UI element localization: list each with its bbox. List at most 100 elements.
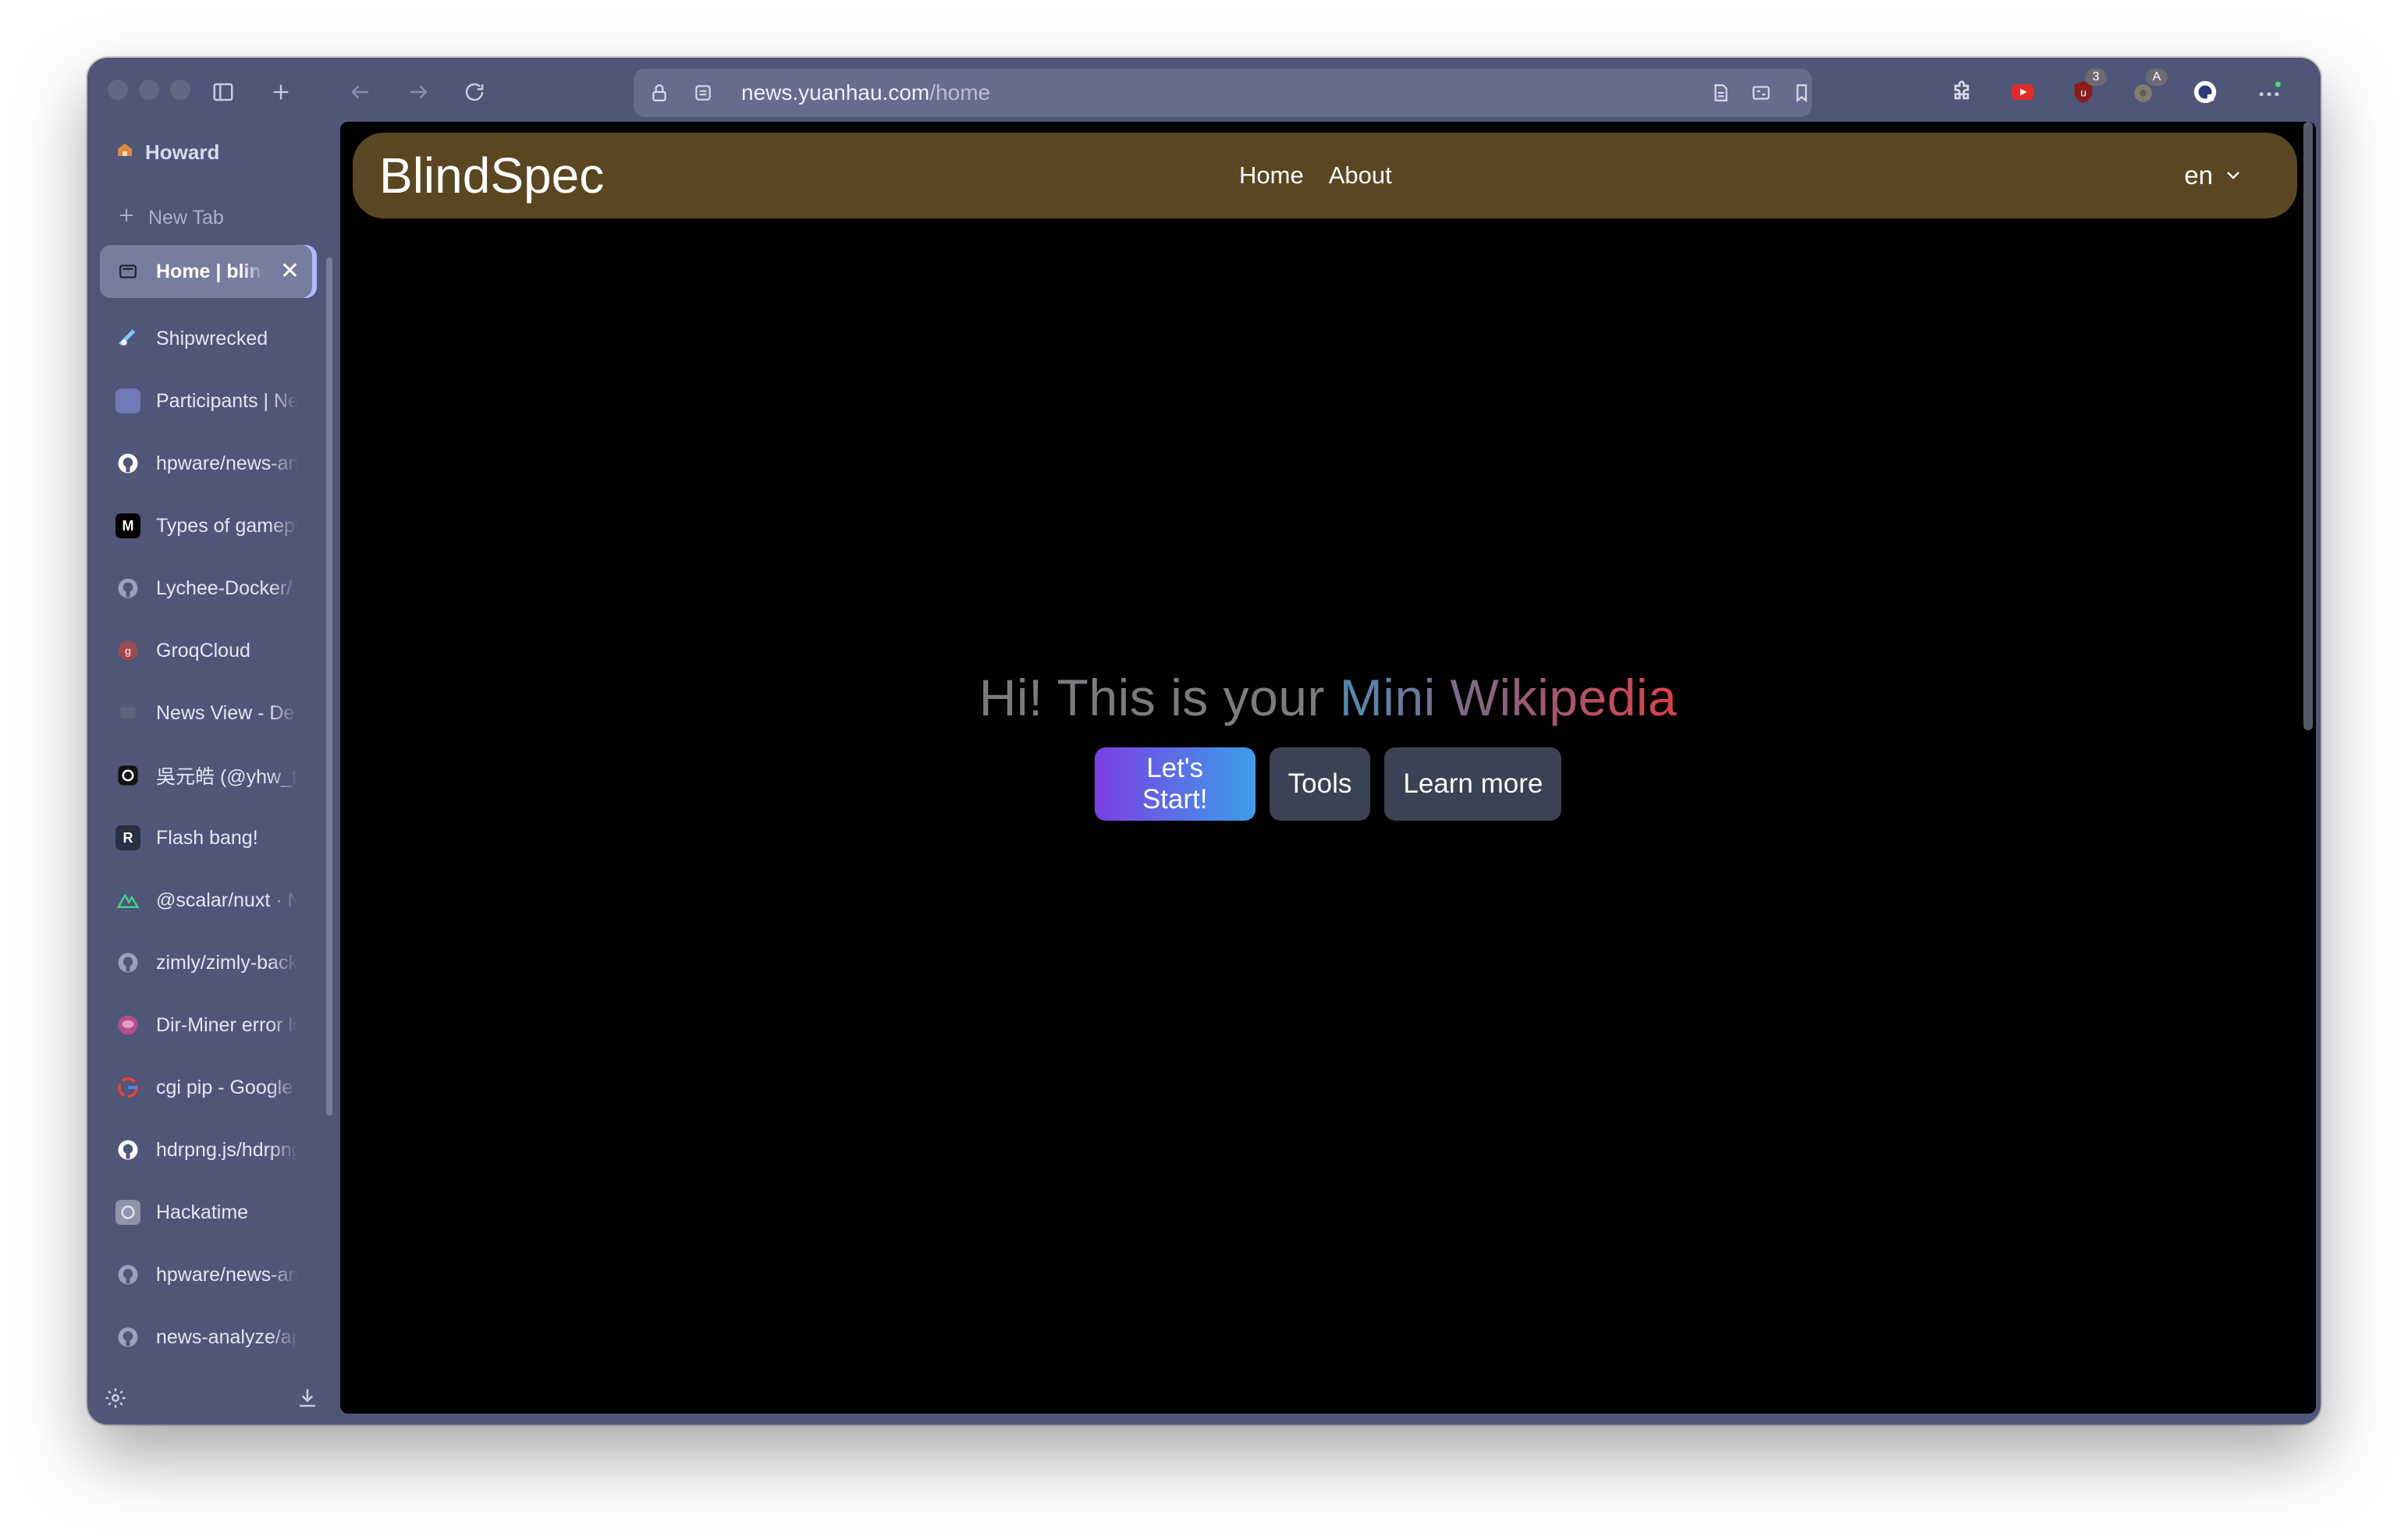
window-controls	[108, 80, 190, 100]
reader-mode-icon[interactable]	[1706, 78, 1735, 108]
sidebar-toggle-icon[interactable]	[206, 75, 240, 109]
tab-title: hdrpng.js/hdrpng	[156, 1138, 298, 1161]
translate-extension-icon[interactable]: A	[2126, 69, 2168, 111]
settings-gear-icon[interactable]	[100, 1382, 131, 1414]
plus-icon	[117, 206, 136, 230]
url-path: /home	[929, 80, 991, 105]
tab-title: Flash bang!	[156, 826, 258, 849]
tab-item[interactable]: cgi pip - Google Search	[100, 1056, 317, 1119]
svg-text:g: g	[125, 645, 131, 657]
tab-title: News View - Dev	[156, 701, 298, 724]
lets-start-button[interactable]: Let's Start!	[1094, 747, 1255, 821]
close-window-button[interactable]	[108, 80, 128, 100]
ublock-extension-icon[interactable]: u 3	[2065, 69, 2107, 111]
nav-link-about[interactable]: About	[1329, 133, 1392, 218]
site-settings-icon[interactable]	[688, 78, 718, 108]
tab-item[interactable]: Shipwrecked	[100, 307, 317, 370]
forward-arrow-icon[interactable]	[401, 75, 435, 109]
close-tab-icon[interactable]: ✕	[280, 259, 300, 284]
github-icon	[115, 576, 140, 601]
tab-item[interactable]: News View - Dev	[100, 682, 317, 744]
tab-title: GroqCloud	[156, 639, 250, 662]
tab-item[interactable]: zimly/zimly-backup	[100, 931, 317, 994]
new-tab-label: New Tab	[148, 207, 224, 229]
more-menu-icon[interactable]	[2250, 73, 2288, 111]
back-arrow-icon[interactable]	[343, 75, 378, 109]
profile-header[interactable]: Howard	[115, 140, 219, 165]
tab-item[interactable]: g GroqCloud	[100, 619, 317, 682]
ublock-badge: 3	[2085, 69, 2107, 86]
tab-title: Dir-Miner error log	[156, 1013, 298, 1036]
github-icon	[115, 950, 140, 975]
page-scrollbar[interactable]	[2303, 122, 2313, 730]
address-bar[interactable]: news.yuanhau.com/home	[634, 69, 1812, 117]
translate-page-icon[interactable]	[1746, 78, 1776, 108]
site-brand[interactable]: BlindSpec	[379, 133, 604, 218]
tab-item[interactable]: hdrpng.js/hdrpng	[100, 1119, 317, 1181]
github-icon	[115, 1137, 140, 1162]
tab-item[interactable]: R Flash bang!	[100, 807, 317, 869]
minimize-window-button[interactable]	[139, 80, 159, 100]
web-content: BlindSpec Home About en Hi! This is your…	[340, 122, 2316, 1414]
tools-button[interactable]: Tools	[1269, 747, 1371, 821]
svg-text:u: u	[2080, 87, 2087, 100]
tab-title: Hackatime	[156, 1201, 249, 1223]
browser-toolbar: news.yuanhau.com/home u 3 A	[87, 58, 2321, 128]
reload-icon[interactable]	[457, 75, 492, 109]
zoom-window-button[interactable]	[170, 80, 190, 100]
hackatime-icon	[115, 1200, 140, 1225]
new-tab-button[interactable]: New Tab	[117, 206, 224, 230]
tab-item[interactable]: 吳元皓 (@yhw_tw)	[100, 744, 317, 807]
hero-title-plain: Hi! This is your	[978, 669, 1340, 726]
tab-list: Home | blindspec ✕ Shipwrecked Participa…	[100, 245, 317, 1368]
hero-title: Hi! This is your Mini Wikipedia	[340, 668, 2316, 727]
tab-title: cgi pip - Google Search	[156, 1076, 298, 1098]
tab-item[interactable]: @scalar/nuxt · Nuxt	[100, 869, 317, 931]
github-icon	[115, 1262, 140, 1287]
tab-title: news-analyze/app	[156, 1325, 298, 1348]
language-selector[interactable]: en	[2184, 133, 2243, 218]
tab-title: Lychee-Docker/	[156, 577, 293, 599]
tab-item[interactable]: Participants | News	[100, 370, 317, 432]
github-icon	[115, 1325, 140, 1350]
tab-title: @scalar/nuxt · Nuxt	[156, 889, 298, 911]
site-nav: Home About	[1239, 133, 1392, 218]
github-icon	[115, 451, 140, 476]
browser-window: news.yuanhau.com/home u 3 A Howard New T…	[87, 58, 2321, 1425]
tab-title: Shipwrecked	[156, 327, 268, 350]
page-icon	[115, 701, 140, 726]
tab-title: Types of gameplay	[156, 514, 298, 537]
home-icon	[115, 140, 134, 165]
sidebar-scrollbar[interactable]	[326, 257, 332, 1116]
groq-icon: g	[115, 638, 140, 663]
bookmark-icon[interactable]	[1787, 78, 1817, 108]
download-icon[interactable]	[292, 1382, 323, 1414]
hero-section: Hi! This is your Mini Wikipedia Let's St…	[340, 668, 2316, 821]
tab-item[interactable]: hpware/news-analyze	[100, 432, 317, 495]
tab-item[interactable]: Dir-Miner error log	[100, 994, 317, 1056]
extensions-puzzle-icon[interactable]	[1943, 73, 1980, 111]
tab-item-home-blindspec[interactable]: Home | blindspec ✕	[100, 245, 317, 298]
language-label: en	[2184, 161, 2213, 190]
tab-title: hpware/news-analyze	[156, 452, 298, 474]
page-icon	[115, 389, 140, 413]
tab-item[interactable]: news-analyze/app	[100, 1306, 317, 1368]
google-icon	[115, 1075, 140, 1100]
tab-item[interactable]: hpware/news-analyze	[100, 1244, 317, 1306]
url-host: news.yuanhau.com	[741, 80, 930, 105]
tab-item[interactable]: Lychee-Docker/	[100, 557, 317, 619]
url-text[interactable]: news.yuanhau.com/home	[741, 69, 990, 117]
new-tab-plus-icon[interactable]	[264, 75, 298, 109]
r-icon: R	[115, 825, 140, 850]
nav-link-home[interactable]: Home	[1239, 133, 1304, 218]
learn-more-button[interactable]: Learn more	[1384, 747, 1562, 821]
youtube-extension-icon[interactable]	[2004, 73, 2041, 111]
tab-item[interactable]: M Types of gameplay	[100, 495, 317, 557]
tab-item[interactable]: Hackatime	[100, 1181, 317, 1244]
threads-icon	[115, 763, 140, 788]
shipwrecked-icon	[115, 326, 140, 351]
tab-title: Participants | News	[156, 389, 298, 412]
page-icon	[115, 259, 140, 284]
lock-icon[interactable]	[645, 78, 674, 108]
account-extension-icon[interactable]	[2186, 73, 2224, 111]
